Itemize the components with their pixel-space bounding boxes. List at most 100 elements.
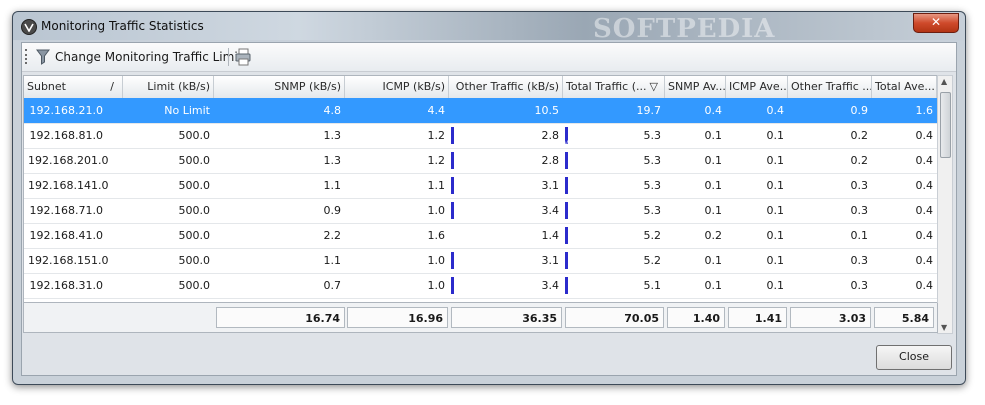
column-header-total-avg[interactable]: Total Ave...: [872, 76, 937, 98]
cell-subnet: 192.168.151.0: [28, 254, 109, 267]
scroll-down-icon[interactable]: ▼: [941, 323, 947, 332]
total-snmp: 16.74: [216, 307, 345, 328]
cell-total-avg: 0.4: [915, 229, 934, 242]
cell-snmp: 0.9: [323, 204, 342, 217]
cell-other: 3.4: [541, 279, 560, 292]
cell-other-avg: 0.2: [850, 129, 869, 142]
column-header-icmp-avg[interactable]: ICMP Ave...: [726, 76, 788, 98]
cell-total: 5.2: [643, 229, 662, 242]
totals-spacer: [24, 303, 214, 332]
cell-snmp-avg: 0.1: [704, 254, 723, 267]
cell-snmp: 0.7: [323, 279, 342, 292]
cell-other: 1.4: [541, 229, 560, 242]
cell-limit: 500.0: [178, 229, 211, 242]
cell-icmp-avg: 0.1: [766, 254, 785, 267]
cell-other: 3.4: [541, 204, 560, 217]
cell-icmp: 1.2: [427, 129, 446, 142]
cell-icmp-avg: 0.1: [766, 229, 785, 242]
vertical-scrollbar[interactable]: ▲ ▼: [937, 75, 953, 334]
table-row[interactable]: 192.168.41.0 500.0 2.2 1.6 1.4 5.2 0.2 0.1 0.1 0.…: [24, 223, 937, 249]
print-button[interactable]: [234, 48, 252, 66]
other-indicator-bar: [451, 277, 454, 294]
cell-icmp: 1.0: [427, 204, 446, 217]
cell-other-avg: 0.3: [850, 204, 869, 217]
cell-icmp-avg: 0.1: [766, 179, 785, 192]
app-icon: [21, 19, 37, 35]
scroll-up-icon[interactable]: ▲: [941, 77, 947, 86]
cell-snmp-avg: 0.1: [704, 154, 723, 167]
toolbar-grip[interactable]: [25, 49, 29, 64]
cell-snmp: 1.3: [323, 129, 342, 142]
column-header-subnet[interactable]: Subnet /: [24, 76, 123, 98]
table-row[interactable]: 192.168.141.0 500.0 1.1 1.1 3.1 5.3 0.1 0.1 0.3 0…: [24, 173, 937, 199]
total-indicator-bar: [565, 277, 568, 294]
statistics-table: Subnet / Limit (kB/s) SNMP (kB/s) ICMP (k…: [23, 75, 938, 303]
column-header-limit[interactable]: Limit (kB/s): [123, 76, 214, 98]
title-bar[interactable]: Monitoring Traffic Statistics SOFTPEDIA …: [13, 12, 965, 44]
cell-snmp: 1.3: [323, 154, 342, 167]
cell-limit: No Limit: [164, 104, 210, 117]
cell-limit: 500.0: [178, 279, 211, 292]
column-header-other-avg[interactable]: Other Traffic ...: [788, 76, 872, 98]
total-indicator-bar: [565, 177, 568, 194]
total-traffic: 70.05: [565, 307, 664, 328]
print-icon: [235, 48, 251, 66]
toolbar: Change Monitoring Traffic Limit: [22, 43, 956, 72]
table-row[interactable]: 192.168.81.0 500.0 1.3 1.2 2.8 5.3 0.1 0.1 0.2 0.…: [24, 123, 937, 149]
other-indicator-bar: [451, 202, 454, 219]
window-close-button[interactable]: ✕: [913, 13, 959, 33]
table-row[interactable]: 192.168.201.0 500.0 1.3 1.2 2.8 5.3 0.1 0.1 0.2 0…: [24, 148, 937, 174]
cell-total-avg: 0.4: [915, 179, 934, 192]
total-indicator-bar: [565, 202, 568, 219]
table-row[interactable]: 192.168.31.0 500.0 0.7 1.0 3.4 5.1 0.1 0.1 0.3 0.…: [24, 273, 937, 299]
cell-other-avg: 0.3: [850, 254, 869, 267]
cell-total-avg: 0.4: [915, 254, 934, 267]
cell-other: 2.8: [541, 129, 560, 142]
cell-subnet: 192.168.31.0: [29, 279, 103, 292]
cell-other: 2.8: [541, 154, 560, 167]
total-other-avg: 3.03: [790, 307, 871, 328]
cell-snmp: 4.8: [323, 104, 342, 117]
dialog-window: Monitoring Traffic Statistics SOFTPEDIA …: [12, 11, 966, 385]
window-title: Monitoring Traffic Statistics: [41, 19, 204, 33]
sort-desc-icon: ▽: [649, 80, 658, 93]
cell-icmp-avg: 0.1: [766, 129, 785, 142]
cell-snmp: 1.1: [323, 179, 342, 192]
cell-subnet: 192.168.81.0: [29, 129, 103, 142]
cell-snmp-avg: 0.2: [704, 229, 723, 242]
cell-total: 5.3: [643, 204, 662, 217]
table-row[interactable]: 192.168.21.0 No Limit 4.8 4.4 10.5 19.7 0.4 0.4…: [24, 98, 937, 124]
cell-total: 5.3: [643, 179, 662, 192]
change-limit-label: Change Monitoring Traffic Limit: [55, 50, 243, 64]
cell-icmp: 1.0: [427, 254, 446, 267]
cell-icmp: 1.0: [427, 279, 446, 292]
other-indicator-bar: [451, 177, 454, 194]
other-indicator-bar: [451, 152, 454, 169]
filter-icon: [36, 49, 50, 65]
cell-other: 3.1: [541, 254, 560, 267]
table-row[interactable]: 192.168.71.0 500.0 0.9 1.0 3.4 5.3 0.1 0.1 0.3 0.…: [24, 198, 937, 224]
cell-snmp-avg: 0.1: [704, 204, 723, 217]
cell-subnet: 192.168.141.0: [28, 179, 109, 192]
column-header-total[interactable]: Total Traffic (... ▽: [563, 76, 665, 98]
column-header-snmp[interactable]: SNMP (kB/s): [214, 76, 345, 98]
close-button[interactable]: Close: [876, 345, 952, 370]
cell-other-avg: 0.1: [850, 229, 869, 242]
scrollbar-thumb[interactable]: [940, 92, 951, 158]
column-header-snmp-avg[interactable]: SNMP Av...: [665, 76, 726, 98]
column-header-other[interactable]: Other Traffic (kB/s): [449, 76, 563, 98]
total-indicator-bar: [565, 227, 568, 244]
cell-snmp-avg: 0.1: [704, 129, 723, 142]
cell-total-avg: 0.4: [915, 129, 934, 142]
cell-other-avg: 0.9: [850, 104, 869, 117]
table-row[interactable]: 192.168.151.0 500.0 1.1 1.0 3.1 5.2 0.1 0.1 0.3 0…: [24, 248, 937, 274]
cell-other: 10.5: [534, 104, 560, 117]
cell-icmp: 4.4: [427, 104, 446, 117]
table-header: Subnet / Limit (kB/s) SNMP (kB/s) ICMP (k…: [24, 76, 937, 99]
cell-other-avg: 0.3: [850, 279, 869, 292]
cell-snmp-avg: 0.1: [704, 179, 723, 192]
total-indicator-bar: [565, 127, 568, 144]
cell-subnet: 192.168.71.0: [29, 204, 103, 217]
change-limit-button[interactable]: Change Monitoring Traffic Limit: [32, 46, 246, 68]
column-header-icmp[interactable]: ICMP (kB/s): [345, 76, 449, 98]
